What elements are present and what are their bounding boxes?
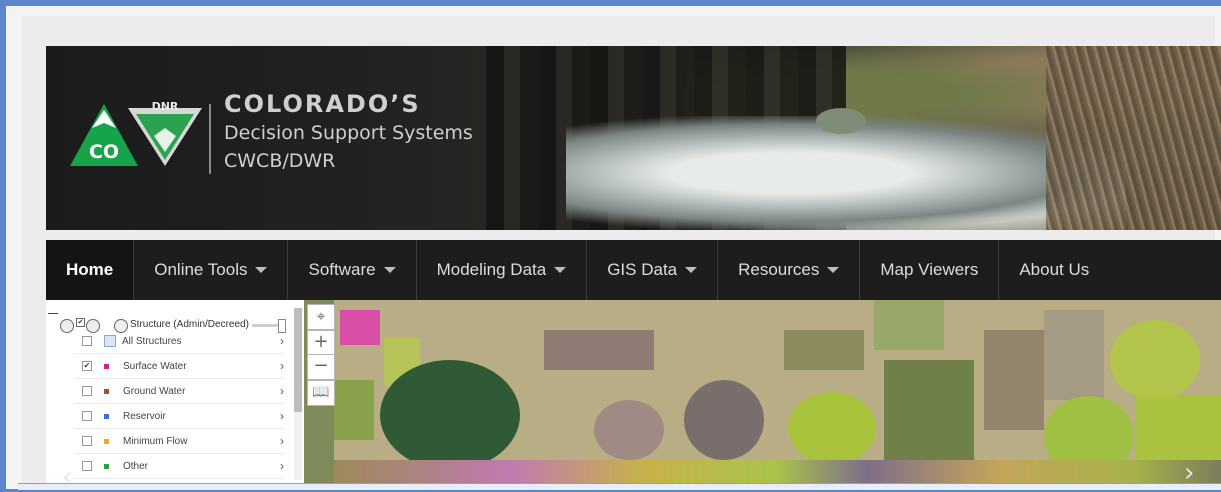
locate-icon[interactable]: ⌖ [307,304,335,330]
caret-down-icon [383,267,396,273]
layer-checkbox[interactable] [82,411,92,421]
layer-checkbox[interactable]: ✔ [82,361,92,371]
map-lake [380,360,520,470]
brand-title: COLORADO’S [224,90,421,118]
layer-checkbox[interactable] [82,461,92,471]
chevron-right-icon[interactable]: › [280,459,284,473]
layer-panel-scroll-thumb[interactable] [294,308,302,412]
collapse-icon[interactable] [48,313,58,314]
nav-label: About Us [1019,260,1090,279]
layer-checkbox[interactable] [82,336,92,346]
chevron-right-icon[interactable]: › [280,434,284,448]
zoom-out-button[interactable]: − [307,354,335,380]
layer-checkbox[interactable] [82,436,92,446]
layer-checkbox[interactable]: ✔ [76,318,85,327]
map-field [984,330,1044,430]
layer-color-swatch [104,438,109,444]
table-icon [104,335,116,347]
map-field [784,330,864,370]
layer-row-other[interactable]: Other › [74,454,284,479]
caret-down-icon [554,267,567,273]
layer-color-swatch [104,413,109,419]
nav-label: Online Tools [154,260,248,279]
map-view[interactable]: ⌖ + − 📖 [304,300,1221,489]
map-field [334,380,374,440]
nav-item-home[interactable]: Home [46,240,135,300]
nav-label: Resources [738,260,820,279]
map-field [544,330,654,370]
layer-row-reservoir[interactable]: Reservoir › [74,404,284,429]
logo-co-text: CO [89,141,119,163]
layer-panel: ✔ Structure (Admin/Decreed) All Structur… [46,300,305,489]
layer-label: Other [123,460,149,472]
nav-label: Software [308,260,376,279]
header-banner: CO DNR COLORADO’S Decision Support Syste… [46,46,1221,230]
nav-label: Map Viewers [880,260,979,279]
layer-group-header[interactable]: ✔ Structure (Admin/Decreed) [46,308,296,333]
brand-org: CWCB/DWR [224,150,336,172]
layer-label: Ground Water [123,385,186,397]
book-icon[interactable]: 📖 [307,380,335,406]
map-field [340,310,380,345]
nav-item-map-viewers[interactable]: Map Viewers [860,240,1000,300]
layer-row-ground-water[interactable]: Ground Water › [74,379,284,404]
colorado-logo[interactable]: CO DNR [68,98,208,168]
main-nav: Home Online Tools Software Modeling Data… [46,240,1221,300]
layer-row-all-structures[interactable]: All Structures › [74,329,284,354]
brand-divider [209,104,211,174]
map-field [874,300,944,350]
nav-label: Modeling Data [436,260,547,279]
banner-brush [1046,46,1221,230]
map-pivot [1110,320,1200,400]
banner-rock [816,108,866,134]
map-pivot [788,392,876,464]
layer-label: Surface Water [123,360,187,372]
nav-item-online-tools[interactable]: Online Tools [134,240,289,300]
nav-label: Home [66,260,114,279]
nav-item-about-us[interactable]: About Us [999,240,1109,300]
layer-checkbox[interactable] [82,386,92,396]
layer-label: All Structures [122,335,182,347]
map-pivot [684,380,764,460]
layer-color-swatch [104,463,109,469]
layer-row-surface-water[interactable]: ✔ Surface Water › [74,354,284,379]
layer-color-swatch [104,363,109,369]
chevron-right-icon[interactable]: › [280,384,284,398]
caret-down-icon [827,267,840,273]
nav-label: GIS Data [607,260,678,279]
layer-label: Reservoir [123,410,166,422]
logo-dnr-text: DNR [152,100,179,113]
layer-row-minimum-flow[interactable]: Minimum Flow › [74,429,284,454]
chevron-right-icon[interactable]: › [280,334,284,348]
map-pivot [594,400,664,460]
nav-item-gis-data[interactable]: GIS Data [587,240,719,300]
chevron-right-icon[interactable]: › [280,409,284,423]
chevron-right-icon[interactable]: › [280,359,284,373]
map-field [884,360,974,460]
nav-item-resources[interactable]: Resources [718,240,861,300]
layer-label: Minimum Flow [123,435,188,447]
layer-color-swatch [104,388,109,394]
caret-down-icon [255,267,268,273]
radio-icon[interactable] [60,319,74,333]
brand-block: COLORADO’S Decision Support Systems CWCB… [224,90,473,172]
brand-subtitle: Decision Support Systems [224,122,473,144]
zoom-in-button[interactable]: + [307,330,335,356]
caret-down-icon [685,267,698,273]
nav-item-modeling-data[interactable]: Modeling Data [417,240,588,300]
map-field [1044,310,1104,400]
nav-item-software[interactable]: Software [288,240,417,300]
